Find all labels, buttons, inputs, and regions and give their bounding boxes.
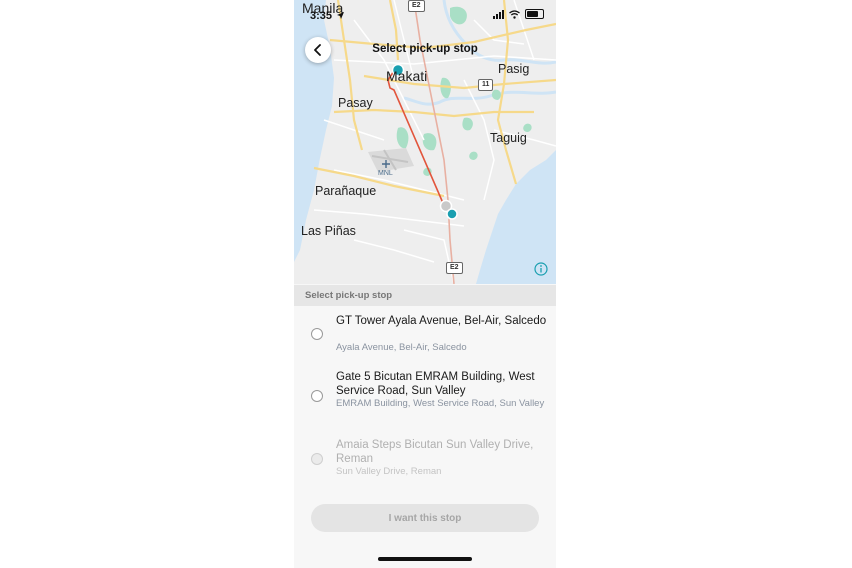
chevron-left-icon: [314, 44, 321, 56]
phone-screen: Manila Makati Pasay Pasig Taguig Parañaq…: [294, 0, 556, 568]
map-info-button[interactable]: [534, 262, 548, 276]
stop-subtitle: Ayala Avenue, Bel-Air, Salcedo: [336, 342, 467, 353]
stop-option-1[interactable]: GT Tower Ayala Avenue, Bel-Air, Salcedo …: [294, 307, 556, 363]
map-label-las-pinas: Las Piñas: [301, 224, 356, 238]
map-label-pasay: Pasay: [338, 96, 373, 110]
status-bar: 3:35: [294, 0, 556, 32]
stop-title: Gate 5 Bicutan EMRAM Building, West Serv…: [336, 371, 535, 397]
stop-option-2[interactable]: Gate 5 Bicutan EMRAM Building, West Serv…: [294, 364, 556, 428]
map-label-pasig: Pasig: [498, 62, 530, 76]
signal-icon: [493, 9, 504, 19]
back-button[interactable]: [305, 37, 331, 63]
stop-subtitle: Sun Valley Drive, Reman: [336, 466, 442, 477]
status-icons: [493, 9, 544, 19]
map-label-makati: Makati: [386, 68, 428, 84]
home-indicator: [378, 557, 472, 561]
wifi-icon: [509, 9, 520, 19]
battery-icon: [525, 9, 544, 19]
stop-subtitle: EMRAM Building, West Service Road, Sun V…: [336, 398, 545, 409]
map-label-mnl: MNL: [378, 170, 393, 177]
section-title: Select pick-up stop: [305, 290, 393, 301]
map-label-taguig: Taguig: [490, 131, 527, 145]
radio-button[interactable]: [311, 453, 323, 465]
location-arrow-icon: [337, 12, 344, 19]
destination-marker: [446, 208, 458, 220]
confirm-stop-button[interactable]: I want this stop: [311, 504, 539, 532]
screen-title: Select pick-up stop: [372, 43, 478, 55]
map-label-paranaque: Parañaque: [315, 184, 377, 198]
stop-title: GT Tower Ayala Avenue, Bel-Air, Salcedo: [336, 315, 547, 327]
stop-option-3[interactable]: Amaia Steps Bicutan Sun Valley Drive, Re…: [294, 433, 556, 483]
section-header: Select pick-up stop: [294, 285, 556, 306]
stop-title: Amaia Steps Bicutan Sun Valley Drive, Re…: [336, 439, 534, 465]
road-shield-11: 11: [478, 79, 494, 91]
radio-button[interactable]: [311, 390, 323, 402]
radio-button[interactable]: [311, 328, 323, 340]
road-shield-e2-bottom: E2: [446, 262, 463, 274]
status-time: 3:35: [310, 10, 333, 22]
info-icon: [534, 262, 548, 276]
